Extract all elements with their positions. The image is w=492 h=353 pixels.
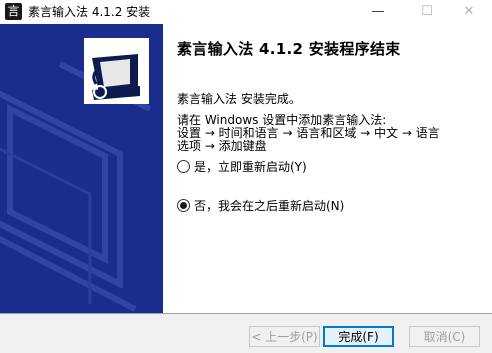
minimize-button[interactable]: — [355,0,401,24]
cancel-button[interactable]: 取消(C) [409,326,480,347]
restart-now-radio[interactable] [177,160,190,173]
window-title: 素言输入法 4.1.2 安装 [28,5,151,19]
installer-computer-icon [84,38,149,104]
app-icon: 言 [5,3,22,20]
restart-now-option[interactable]: 是，立即重新启动(Y) [177,158,307,175]
footer: < 上一步(P) 完成(F) 取消(C) [0,314,492,353]
page-title: 素言输入法 4.1.2 安装程序结束 [177,40,401,58]
restart-now-label[interactable]: 是，立即重新启动(Y) [194,158,307,175]
instructions: 请在 Windows 设置中添加素言输入法: 设置 → 时间和语言 → 语言和区… [177,114,477,153]
finish-button[interactable]: 完成(F) [323,326,394,347]
title-bar: 言 素言输入法 4.1.2 安装 — ☐ ✕ [0,0,492,24]
back-button[interactable]: < 上一步(P) [249,326,320,347]
restart-later-radio[interactable] [177,199,190,212]
maximize-button[interactable]: ☐ [404,0,450,24]
complete-message: 素言输入法 安装完成。 [177,92,301,106]
instruction-line: 选项 → 添加键盘 [177,139,267,153]
banner-graphic [0,24,163,314]
close-button[interactable]: ✕ [446,0,492,24]
restart-later-label[interactable]: 否，我会在之后重新启动(N) [194,197,344,214]
installer-banner [0,24,163,314]
restart-later-option[interactable]: 否，我会在之后重新启动(N) [177,197,344,214]
